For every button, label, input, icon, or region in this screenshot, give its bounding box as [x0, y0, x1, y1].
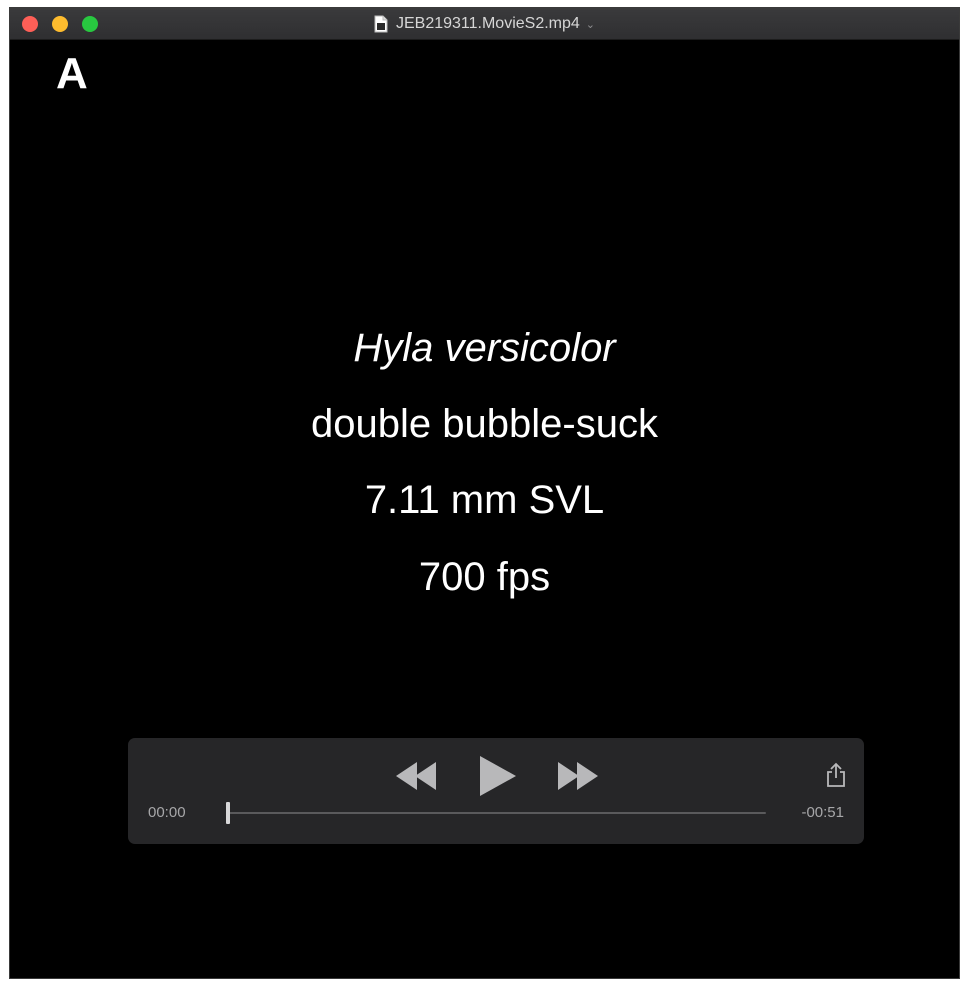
- frame-rate-label: 700 fps: [418, 555, 551, 599]
- current-time: 00:00: [148, 804, 186, 821]
- chevron-down-icon[interactable]: ⌄: [586, 18, 595, 31]
- share-icon[interactable]: [825, 762, 847, 788]
- window-title: JEB219311.MovieS2.mp4: [395, 15, 580, 32]
- title-bar[interactable]: JEB219311.MovieS2.mp4 ⌄: [10, 8, 959, 40]
- playhead-handle[interactable]: [226, 802, 230, 824]
- panel-label: A: [56, 49, 88, 98]
- progress-track: [226, 812, 766, 814]
- playback-controls: 00:00 -00:51: [128, 738, 864, 844]
- window-title-area[interactable]: JEB219311.MovieS2.mp4 ⌄: [10, 8, 959, 40]
- video-player-window: JEB219311.MovieS2.mp4 ⌄ A Hyla versicolo…: [9, 7, 960, 979]
- document-icon: [374, 15, 388, 33]
- rewind-icon[interactable]: [396, 762, 438, 790]
- fast-forward-icon[interactable]: [556, 762, 598, 790]
- progress-scrubber[interactable]: [226, 800, 766, 826]
- species-name: Hyla versicolor: [353, 326, 616, 370]
- size-label: 7.11 mm SVL: [364, 478, 605, 522]
- remaining-time: -00:51: [801, 804, 844, 821]
- play-icon[interactable]: [478, 756, 518, 796]
- behavior-label: double bubble-suck: [311, 402, 658, 446]
